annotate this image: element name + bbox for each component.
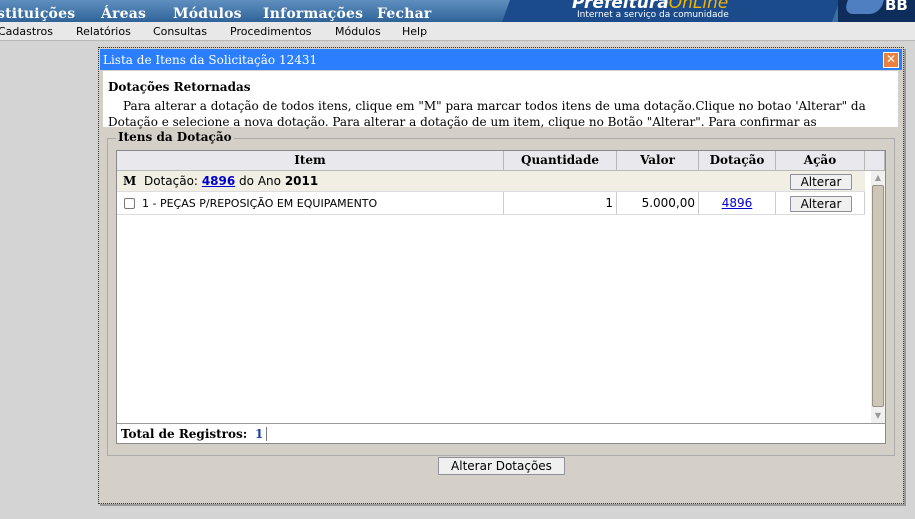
brand-subtitle: Internet a serviço da comunidade [577,10,729,20]
cell-dotacao: 4896 [699,192,776,214]
table-row: 1 - PEÇAS P/REPOSIÇÃO EM EQUIPAMENTO 1 5… [117,192,865,215]
bank-logo: BB [838,0,915,22]
cell-quantidade: 1 [504,192,617,214]
total-value: 1 [255,427,268,441]
group-row: M Dotação: 4896 do Ano 2011 Alterar [117,171,865,192]
bank-logo-mark [843,0,885,14]
dialog-title: Lista de Itens da Solicitação 12431 [103,53,318,67]
menu-item-cadastros[interactable]: Cadastros [0,25,53,38]
items-grid: Item Quantidade Valor Dotação Ação M Dot… [116,150,886,444]
fieldset-legend: Itens da Dotação [116,130,234,144]
group-middle: do Ano [239,174,281,188]
grid-footer: Total de Registros: 1 [117,423,885,443]
banner-background [0,0,520,22]
menu-bar: Cadastros Relatórios Consultas Procedime… [0,22,915,41]
scroll-thumb[interactable] [872,185,884,407]
col-header-dotacao[interactable]: Dotação [699,151,776,171]
close-icon[interactable]: ✕ [883,52,899,68]
bank-logo-text: BB [885,0,908,14]
group-label: Dotação: 4896 do Ano 2011 [144,174,318,188]
alterar-group-button[interactable]: Alterar [790,174,852,190]
cell-item: 1 - PEÇAS P/REPOSIÇÃO EM EQUIPAMENTO [117,192,504,214]
mark-all-toggle[interactable]: M [123,174,136,188]
items-dialog: Lista de Itens da Solicitação 12431 ✕ Do… [98,47,904,504]
info-heading: Dotações Retornadas [108,80,251,94]
alterar-item-button[interactable]: Alterar [790,196,852,212]
row-checkbox[interactable] [124,198,135,209]
col-header-spacer [865,151,885,171]
top-menu-areas[interactable]: Áreas [101,6,146,22]
alterar-dotacoes-button[interactable]: Alterar Dotações [438,457,565,475]
item-description: 1 - PEÇAS P/REPOSIÇÃO EM EQUIPAMENTO [142,197,378,210]
scroll-up-icon[interactable]: ▲ [872,172,884,184]
grid-scrollbar[interactable]: ▲ ▼ [871,171,885,423]
menu-item-modulos[interactable]: Módulos [335,25,381,38]
cell-valor: 5.000,00 [617,192,699,214]
col-header-acao[interactable]: Ação [776,151,865,171]
top-menu-informacoes[interactable]: Informações [263,6,363,22]
group-year: 2011 [284,174,319,188]
col-header-valor[interactable]: Valor [617,151,699,171]
menu-item-relatorios[interactable]: Relatórios [76,25,131,38]
info-panel: Dotações Retornadas Para alterar a dotaç… [103,71,898,129]
col-header-quantidade[interactable]: Quantidade [504,151,617,171]
cell-acao: Alterar [776,192,865,214]
info-instructions: Para alterar a dotação de todos itens, c… [108,99,866,129]
dialog-title-bar[interactable]: Lista de Itens da Solicitação 12431 ✕ [100,49,902,70]
top-menu-instituicoes[interactable]: stituições [0,6,75,22]
scroll-down-icon[interactable]: ▼ [872,410,884,422]
menu-item-consultas[interactable]: Consultas [153,25,207,38]
group-dotacao-link[interactable]: 4896 [202,174,235,188]
top-banner: stituições Áreas Módulos Informações Fec… [0,0,915,22]
menu-item-procedimentos[interactable]: Procedimentos [230,25,312,38]
total-label: Total de Registros: [121,427,248,441]
menu-item-help[interactable]: Help [402,25,427,38]
group-prefix: Dotação: [144,174,198,188]
row-dotacao-link[interactable]: 4896 [722,196,753,210]
col-header-item[interactable]: Item [117,151,504,171]
top-menu-modulos[interactable]: Módulos [173,6,242,22]
top-menu-fechar[interactable]: Fechar [377,6,431,22]
